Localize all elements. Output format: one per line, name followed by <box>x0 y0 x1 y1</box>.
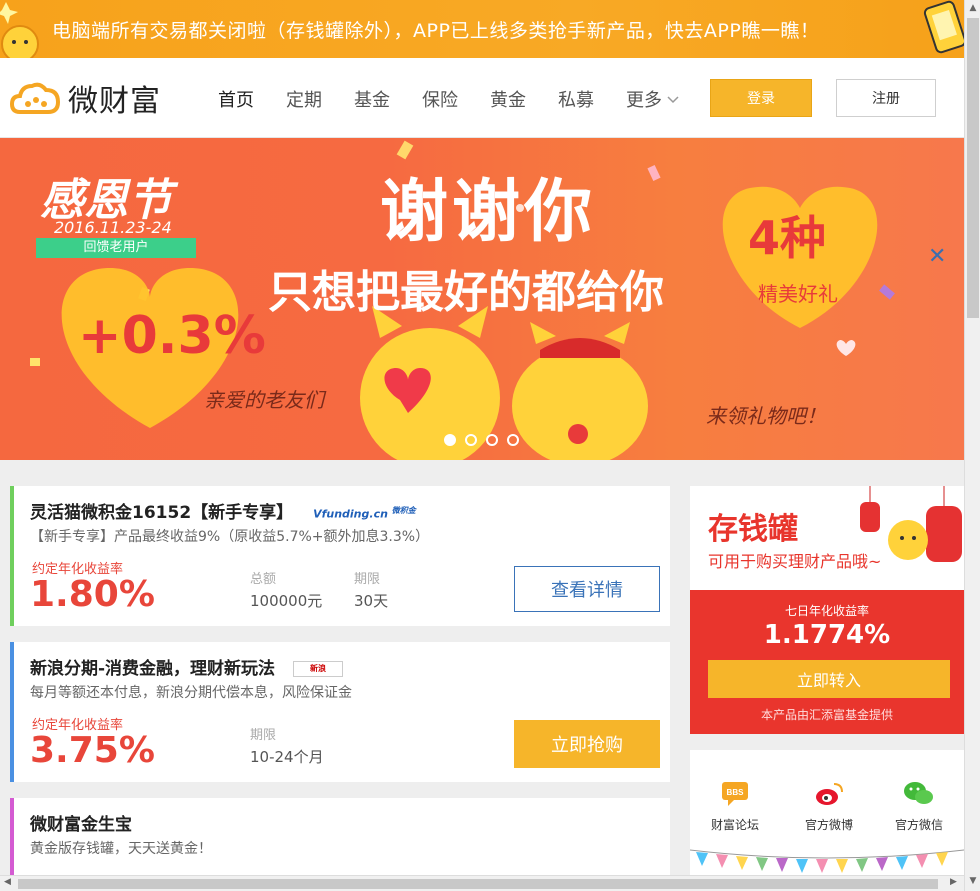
scroll-down-icon[interactable]: ▼ <box>968 876 978 886</box>
nav-private[interactable]: 私募 <box>558 86 594 112</box>
bbs-icon-text: BBS <box>727 788 745 797</box>
site-header: 微财富 首页 定期 基金 保险 黄金 私募 更多 登录 注册 <box>0 58 964 138</box>
banner-gift-count: 4种 <box>748 211 827 265</box>
buy-now-button[interactable]: 立即抢购 <box>514 720 660 768</box>
amount-label: 总额 <box>250 572 277 587</box>
product-card[interactable]: 微财富金生宝 黄金版存钱罐，天天送黄金！ <box>10 798 670 878</box>
transfer-in-button[interactable]: 立即转入 <box>708 660 950 698</box>
banner-left-caption: 亲爱的老友们 <box>204 388 324 412</box>
carousel-dot[interactable] <box>507 434 519 446</box>
amount-value: 100000元 <box>250 592 323 610</box>
banner-headline: 谢谢你 <box>380 173 597 252</box>
piggy-bank-card[interactable]: 存钱罐 可用于购买理财产品哦~ 七日年化收益率 1.1774% 立即转入 本产品… <box>690 486 964 734</box>
banner-gift-label: 精美好礼 <box>758 282 838 306</box>
vfunding-logo-tag: 微积金 <box>391 506 416 516</box>
social-weibo-label: 官方微博 <box>804 818 853 832</box>
product-title: 新浪分期-消费金融，理财新玩法 新浪 <box>30 654 343 679</box>
piggy-title: 存钱罐 <box>708 512 798 547</box>
banner-date: 2016.11.23-24 <box>54 218 172 237</box>
term-value: 30天 <box>354 592 389 610</box>
nav-more[interactable]: 更多 <box>626 86 680 112</box>
term-label: 期限 <box>354 572 381 587</box>
product-card[interactable]: 灵活猫微积金16152【新手专享】 Vfunding.cn 微积金 【新手专享】… <box>10 486 670 626</box>
nav-fund[interactable]: 基金 <box>354 86 390 112</box>
social-weibo[interactable]: 官方微博 <box>794 780 864 833</box>
scroll-thumb[interactable] <box>967 18 979 318</box>
scroll-right-icon[interactable]: ▶ <box>950 877 957 887</box>
logo-text: 微财富 <box>68 84 161 119</box>
promo-banner[interactable]: 感恩节 2016.11.23-24 回馈老用户 谢谢你 只想把最好的都给你 +0… <box>0 138 964 460</box>
bunting-decoration <box>690 849 964 873</box>
sina-logo: 新浪 <box>292 661 343 677</box>
bbs-icon: BBS <box>722 782 748 806</box>
banner-right-caption: 来领礼物吧！ <box>706 404 826 428</box>
rate-value: 1.80% <box>30 574 155 615</box>
nav-more-label: 更多 <box>626 90 662 111</box>
term-label: 期限 <box>250 728 277 743</box>
rate-value: 3.75% <box>30 730 155 771</box>
scroll-left-icon[interactable]: ◀ <box>4 877 11 887</box>
piggy-note: 本产品由汇添富基金提供 <box>760 708 893 722</box>
scroll-up-icon[interactable]: ▲ <box>968 3 978 13</box>
product-desc: 黄金版存钱罐，天天送黄金！ <box>30 841 212 857</box>
carousel-dot[interactable] <box>444 434 456 446</box>
vertical-scrollbar[interactable]: ▲ ▼ <box>964 0 980 891</box>
scroll-thumb[interactable] <box>18 879 938 889</box>
banner-subheadline: 只想把最好的都给你 <box>268 267 664 318</box>
social-bbs-label: 财富论坛 <box>710 818 759 832</box>
social-links: BBS 财富论坛 官方微博 官方微信 <box>690 750 964 875</box>
chevron-down-icon <box>667 96 679 104</box>
social-wechat[interactable]: 官方微信 <box>884 780 954 833</box>
banner-tag: 回馈老用户 <box>36 238 196 258</box>
product-desc: 【新手专享】产品最终收益9%（原收益5.7%+额外加息3.3%） <box>30 529 430 545</box>
term-value: 10-24个月 <box>250 748 324 766</box>
carousel-dots <box>444 434 528 446</box>
main-nav: 首页 定期 基金 保险 黄金 私募 更多 <box>218 86 712 112</box>
logo[interactable]: 微财富 <box>10 76 161 120</box>
product-title-text: 新浪分期-消费金融，理财新玩法 <box>30 659 276 679</box>
piggy-rate-label: 七日年化收益率 <box>784 604 869 618</box>
banner-bonus: +0.3% <box>78 306 266 366</box>
weibo-icon <box>816 783 843 805</box>
piggy-rate: 1.1774% <box>763 620 891 650</box>
product-title: 灵活猫微积金16152【新手专享】 Vfunding.cn 微积金 <box>30 498 416 523</box>
wechat-icon <box>904 782 933 804</box>
product-title: 微财富金生宝 <box>30 815 132 835</box>
cat-mascot-icon <box>0 2 39 58</box>
login-button[interactable]: 登录 <box>710 79 812 117</box>
social-bbs[interactable]: BBS 财富论坛 <box>700 780 770 833</box>
notice-text: 电脑端所有交易都关闭啦（存钱罐除外），APP已上线多类抢手新产品，快去APP瞧一… <box>52 20 820 42</box>
lantern-cat-icon <box>860 486 962 562</box>
product-desc: 每月等额还本付息，新浪分期代偿本息，风险保证金 <box>30 685 352 701</box>
vfunding-logo-text: Vfunding.cn <box>313 507 388 521</box>
banner-close-icon[interactable]: ✕ <box>928 246 950 268</box>
notice-bar: 电脑端所有交易都关闭啦（存钱罐除外），APP已上线多类抢手新产品，快去APP瞧一… <box>0 0 964 58</box>
logo-cloud-icon <box>10 82 61 114</box>
nav-gold[interactable]: 黄金 <box>490 86 526 112</box>
horizontal-scrollbar[interactable]: ◀ ▶ <box>0 875 964 891</box>
phone-app-icon <box>923 0 964 54</box>
product-card[interactable]: 新浪分期-消费金融，理财新玩法 新浪 每月等额还本付息，新浪分期代偿本息，风险保… <box>10 642 670 782</box>
product-title-text: 灵活猫微积金16152【新手专享】 <box>30 503 294 523</box>
nav-insurance[interactable]: 保险 <box>422 86 458 112</box>
nav-fixed[interactable]: 定期 <box>286 86 322 112</box>
social-wechat-label: 官方微信 <box>894 818 943 832</box>
register-button[interactable]: 注册 <box>836 79 936 117</box>
nav-home[interactable]: 首页 <box>218 86 254 112</box>
vfunding-logo: Vfunding.cn 微积金 <box>313 505 416 521</box>
carousel-dot[interactable] <box>486 434 498 446</box>
carousel-dot[interactable] <box>465 434 477 446</box>
view-details-button[interactable]: 查看详情 <box>514 566 660 612</box>
